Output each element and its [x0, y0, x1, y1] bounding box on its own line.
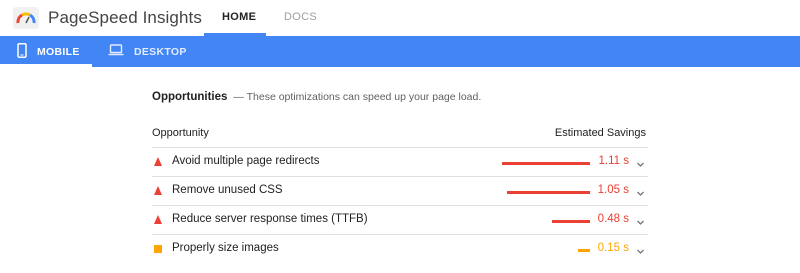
chevron-down-icon[interactable]: [636, 156, 645, 174]
savings-bar: [507, 191, 590, 194]
tab-mobile[interactable]: MOBILE: [0, 36, 92, 67]
section-description: — These optimizations can speed up your …: [233, 91, 482, 103]
chevron-down-icon[interactable]: [636, 185, 645, 203]
device-tab-bar: MOBILE DESKTOP: [0, 36, 800, 67]
average-square-icon: [154, 245, 162, 253]
report-content: Opportunities — These optimizations can s…: [0, 67, 800, 273]
tab-desktop[interactable]: DESKTOP: [108, 36, 187, 67]
column-header-savings: Estimated Savings: [554, 127, 646, 139]
savings-value: 0.48 s: [597, 213, 629, 225]
savings-bar: [578, 249, 590, 252]
tab-desktop-label: DESKTOP: [134, 45, 187, 58]
opportunity-title: Avoid multiple page redirects: [172, 155, 320, 167]
app-title: PageSpeed Insights: [48, 8, 202, 27]
pagespeed-logo[interactable]: [13, 7, 39, 29]
opportunity-title: Properly size images: [172, 242, 279, 254]
savings-bar: [552, 220, 590, 223]
fail-triangle-icon: [154, 186, 162, 195]
app-bar: PageSpeed Insights HOME DOCS: [0, 0, 800, 36]
section-title: Opportunities: [152, 91, 228, 103]
fail-triangle-icon: [154, 157, 162, 166]
tab-mobile-label: MOBILE: [37, 45, 80, 58]
laptop-icon: [108, 44, 124, 59]
opportunity-row[interactable]: Reduce server response times (TTFB) 0.48 …: [152, 205, 648, 234]
opportunity-title: Reduce server response times (TTFB): [172, 213, 368, 225]
speedometer-icon: [16, 12, 36, 24]
opportunity-title: Remove unused CSS: [172, 184, 283, 196]
opportunities-header: Opportunities — These optimizations can s…: [152, 91, 481, 103]
savings-bar: [502, 162, 590, 165]
opportunity-list: Avoid multiple page redirects 1.11 s Remov…: [152, 147, 648, 263]
savings-value: 1.11 s: [598, 155, 629, 167]
chevron-down-icon[interactable]: [636, 243, 645, 261]
opportunity-row[interactable]: Remove unused CSS 1.05 s: [152, 176, 648, 205]
nav-tab-docs[interactable]: DOCS: [284, 11, 317, 23]
opportunity-row[interactable]: Avoid multiple page redirects 1.11 s: [152, 147, 648, 176]
fail-triangle-icon: [154, 215, 162, 224]
opportunity-row[interactable]: Properly size images 0.15 s: [152, 234, 648, 263]
savings-value: 0.15 s: [597, 242, 629, 254]
savings-value: 1.05 s: [597, 184, 629, 196]
chevron-down-icon[interactable]: [636, 214, 645, 232]
nav-tab-home[interactable]: HOME: [222, 11, 256, 23]
phone-icon: [17, 42, 27, 61]
column-header-opportunity: Opportunity: [152, 127, 209, 139]
